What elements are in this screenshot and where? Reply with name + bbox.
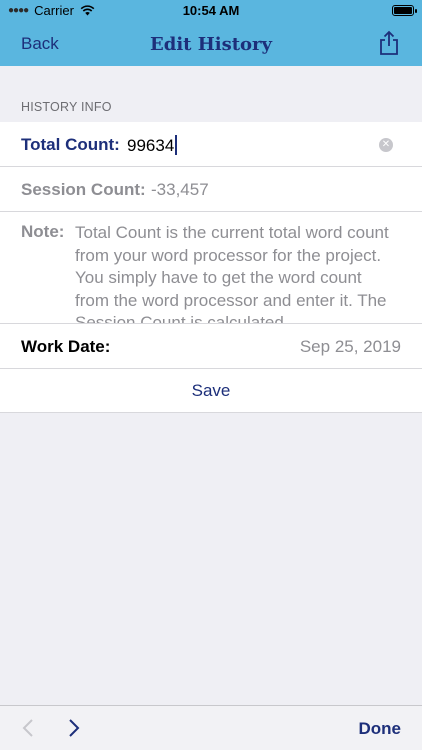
- work-date-row[interactable]: Work Date: Sep 25, 2019: [0, 324, 422, 369]
- save-row[interactable]: Save: [0, 369, 422, 413]
- session-count-label: Session Count:: [21, 180, 146, 199]
- session-count-value: -33,457: [151, 180, 209, 199]
- note-text: Total Count is the current total word co…: [75, 223, 389, 324]
- chevron-left-icon[interactable]: [22, 718, 34, 738]
- chevron-right-icon[interactable]: [68, 718, 80, 738]
- save-button[interactable]: Save: [0, 381, 422, 401]
- page-title: Edit History: [150, 34, 272, 55]
- share-icon[interactable]: [378, 30, 400, 56]
- clear-text-icon[interactable]: ✕: [379, 138, 393, 152]
- navigation-bar: Back Edit History: [0, 22, 422, 66]
- total-count-row[interactable]: Total Count: 99634 ✕: [0, 122, 422, 167]
- battery-icon: [392, 5, 417, 16]
- status-bar: ●●●● Carrier 10:54 AM: [0, 0, 422, 22]
- work-date-label: Work Date:: [21, 337, 111, 356]
- done-button[interactable]: Done: [359, 719, 402, 739]
- keyboard-toolbar: Done: [0, 705, 422, 750]
- section-header: HISTORY INFO: [21, 100, 112, 114]
- total-count-label: Total Count:: [21, 135, 120, 154]
- status-time: 10:54 AM: [182, 3, 240, 18]
- work-date-value[interactable]: Sep 25, 2019: [300, 337, 401, 357]
- session-count-row: Session Count: -33,457: [0, 167, 422, 212]
- note-label: Note:: [21, 222, 65, 241]
- note-row: Note: Total Count is the current total w…: [0, 212, 422, 324]
- total-count-input[interactable]: 99634: [127, 135, 178, 156]
- text-caret: [175, 135, 178, 155]
- history-form: Total Count: 99634 ✕ Session Count: -33,…: [0, 122, 422, 413]
- total-count-value: 99634: [127, 136, 175, 155]
